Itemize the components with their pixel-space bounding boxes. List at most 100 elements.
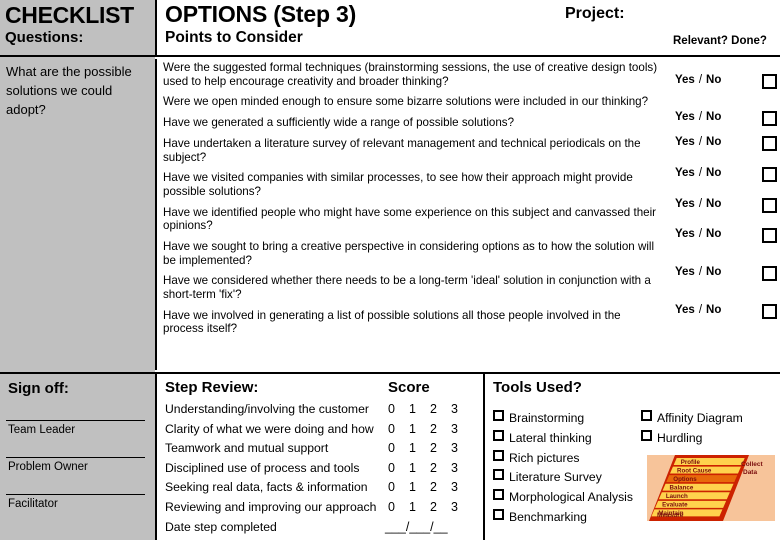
no-option[interactable]: No bbox=[706, 304, 721, 316]
score-option[interactable]: 3 bbox=[451, 441, 472, 455]
score-option[interactable]: 1 bbox=[409, 441, 430, 455]
no-option[interactable]: No bbox=[706, 228, 721, 240]
tool-checkbox[interactable] bbox=[493, 509, 504, 520]
yes-option[interactable]: Yes bbox=[675, 136, 695, 148]
yes-option[interactable]: Yes bbox=[675, 111, 695, 123]
done-checkbox[interactable] bbox=[762, 167, 777, 182]
score-option[interactable]: 2 bbox=[430, 422, 451, 436]
tool-checkbox-item[interactable]: Lateral thinking bbox=[493, 429, 592, 445]
no-option[interactable]: No bbox=[706, 111, 721, 123]
yes-no-toggle[interactable]: Yes / No bbox=[675, 228, 721, 240]
score-option[interactable]: 0 bbox=[388, 480, 409, 494]
yes-no-toggle[interactable]: Yes / No bbox=[675, 167, 721, 179]
score-option[interactable]: 1 bbox=[409, 500, 430, 514]
tool-checkbox[interactable] bbox=[641, 410, 652, 421]
score-option[interactable]: 0 bbox=[388, 461, 409, 475]
score-option[interactable]: 0 bbox=[388, 422, 409, 436]
yes-no-toggle[interactable]: Yes / No bbox=[675, 304, 721, 316]
no-option[interactable]: No bbox=[706, 167, 721, 179]
score-option[interactable]: 3 bbox=[451, 402, 472, 416]
tool-checkbox-item[interactable]: Rich pictures bbox=[493, 449, 580, 465]
no-option[interactable]: No bbox=[706, 266, 721, 278]
tool-checkbox[interactable] bbox=[493, 489, 504, 501]
question-item: Were we open minded enough to ensure som… bbox=[163, 95, 649, 109]
yes-no-toggle[interactable]: Yes / No bbox=[675, 74, 721, 86]
score-option[interactable]: 2 bbox=[430, 480, 451, 494]
signature-block: Facilitator bbox=[6, 494, 147, 512]
logo-label-collect-data-2: Data bbox=[743, 469, 757, 476]
step-review-label: Understanding/involving the customer bbox=[165, 402, 369, 416]
question-item: Have we visited companies with similar p… bbox=[163, 171, 633, 198]
tool-checkbox[interactable] bbox=[493, 449, 504, 461]
project-label: Project: bbox=[565, 5, 625, 22]
score-option[interactable]: 1 bbox=[409, 480, 430, 494]
tool-label: Morphological Analysis bbox=[509, 490, 633, 505]
slash-separator: / bbox=[698, 304, 703, 316]
step-review-row: Seeking real data, facts & information 0 1… bbox=[157, 480, 485, 498]
tool-label: Rich pictures bbox=[509, 450, 580, 465]
yes-option[interactable]: Yes bbox=[675, 228, 695, 240]
yes-option[interactable]: Yes bbox=[675, 198, 695, 210]
step-review-row: Disciplined use of process and tools 0 1 2 3 bbox=[157, 461, 485, 479]
no-option[interactable]: No bbox=[706, 74, 721, 86]
done-checkbox[interactable] bbox=[762, 228, 777, 243]
tool-checkbox-item[interactable]: Benchmarking bbox=[493, 509, 587, 524]
tool-checkbox[interactable] bbox=[641, 429, 652, 441]
logo-step-label: Launch bbox=[666, 493, 688, 500]
score-option[interactable]: 1 bbox=[409, 422, 430, 436]
done-checkbox[interactable] bbox=[762, 198, 777, 213]
yes-option[interactable]: Yes bbox=[675, 74, 695, 86]
logo-step-label: Profile bbox=[681, 459, 701, 466]
checklist-subtitle: Questions: bbox=[5, 29, 84, 46]
score-option[interactable]: 3 bbox=[451, 480, 472, 494]
score-option[interactable]: 0 bbox=[388, 500, 409, 514]
slash-separator: / bbox=[698, 136, 703, 148]
slash-separator: / bbox=[698, 266, 703, 278]
score-option[interactable]: 2 bbox=[430, 402, 451, 416]
tool-checkbox[interactable] bbox=[493, 429, 504, 441]
tool-checkbox-item[interactable]: Affinity Diagram bbox=[641, 410, 743, 425]
score-option[interactable]: 1 bbox=[409, 461, 430, 475]
score-option[interactable]: 3 bbox=[451, 461, 472, 475]
done-checkbox[interactable] bbox=[762, 304, 777, 319]
tool-checkbox-item[interactable]: Literature Survey bbox=[493, 469, 602, 484]
yes-option[interactable]: Yes bbox=[675, 266, 695, 278]
score-options: 0123 bbox=[388, 461, 472, 475]
tool-checkbox-item[interactable]: Brainstorming bbox=[493, 410, 584, 425]
score-option[interactable]: 1 bbox=[409, 402, 430, 416]
tool-checkbox-item[interactable]: Hurdling bbox=[641, 429, 702, 445]
score-option[interactable]: 3 bbox=[451, 422, 472, 436]
no-option[interactable]: No bbox=[706, 136, 721, 148]
step-review-section: Step Review: Score Understanding/involvi… bbox=[157, 374, 485, 540]
date-completed-input[interactable]: ___/___/__ bbox=[385, 520, 448, 534]
tool-checkbox[interactable] bbox=[493, 469, 504, 481]
tool-checkbox-item[interactable]: Morphological Analysis bbox=[493, 489, 633, 504]
tools-used-section: Tools Used? Brainstorming Lateral thinkin… bbox=[485, 374, 780, 540]
tool-checkbox[interactable] bbox=[493, 410, 504, 421]
yes-option[interactable]: Yes bbox=[675, 167, 695, 179]
done-checkbox[interactable] bbox=[762, 266, 777, 281]
yes-no-toggle[interactable]: Yes / No bbox=[675, 111, 721, 123]
score-option[interactable]: 0 bbox=[388, 441, 409, 455]
logo-step-label: Balance bbox=[670, 484, 694, 491]
question-item: Have undertaken a literature survey of r… bbox=[163, 136, 641, 164]
step-review-label: Disciplined use of process and tools bbox=[165, 460, 360, 475]
yes-no-toggle[interactable]: Yes / No bbox=[675, 136, 721, 148]
questions-body: Were the suggested formal techniques (br… bbox=[155, 59, 780, 370]
options-header: OPTIONS (Step 3) Points to Consider Proj… bbox=[155, 0, 780, 57]
score-option[interactable]: 2 bbox=[430, 461, 451, 475]
done-checkbox[interactable] bbox=[762, 111, 777, 126]
score-option[interactable]: 0 bbox=[388, 402, 409, 416]
yes-no-toggle[interactable]: Yes / No bbox=[675, 198, 721, 210]
no-option[interactable]: No bbox=[706, 198, 721, 210]
score-option[interactable]: 3 bbox=[451, 500, 472, 514]
yes-option[interactable]: Yes bbox=[675, 304, 695, 316]
signoff-section: Sign off: Team Leader Problem Owner Faci… bbox=[0, 372, 155, 540]
score-option[interactable]: 2 bbox=[430, 441, 451, 455]
done-checkbox[interactable] bbox=[762, 74, 777, 89]
left-column: CHECKLIST Questions: What are the possib… bbox=[0, 0, 155, 540]
bottom-band: Step Review: Score Understanding/involvi… bbox=[155, 372, 780, 540]
yes-no-toggle[interactable]: Yes / No bbox=[675, 266, 721, 278]
done-checkbox[interactable] bbox=[762, 136, 777, 151]
score-option[interactable]: 2 bbox=[430, 500, 451, 514]
